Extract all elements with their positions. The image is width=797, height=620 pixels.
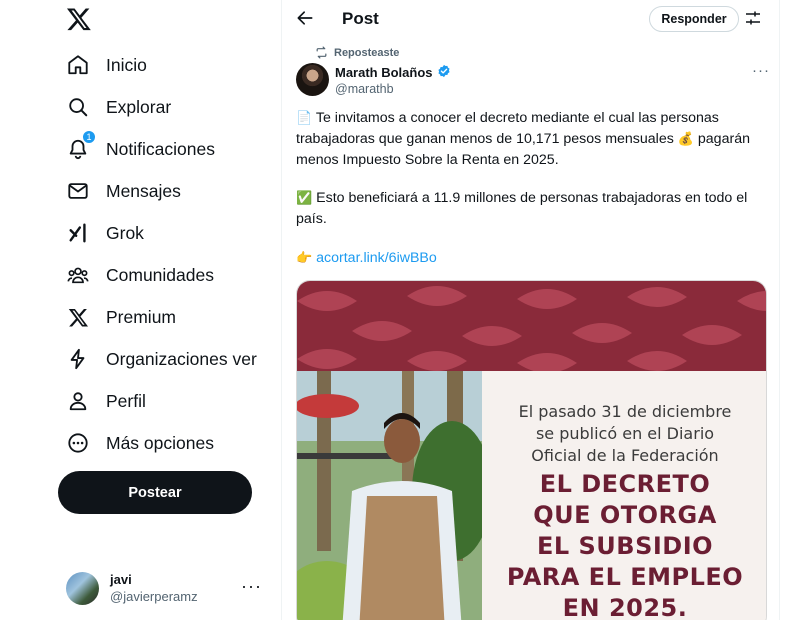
- home-icon: [66, 53, 90, 77]
- x-logo-icon[interactable]: [66, 6, 92, 32]
- tweet-paragraph-1: 📄 Te invitamos a conocer el decreto medi…: [296, 108, 766, 170]
- document-emoji: 📄: [296, 111, 313, 126]
- mail-icon: [66, 179, 90, 203]
- search-icon: [66, 95, 90, 119]
- pointing-hand-emoji: 👉: [296, 251, 313, 266]
- author-avatar[interactable]: [296, 63, 329, 96]
- post-button[interactable]: Postear: [58, 471, 252, 514]
- decree-line-5: EN 2025.: [562, 594, 688, 620]
- person-icon: [66, 389, 90, 413]
- more-horizontal-icon[interactable]: ···: [752, 62, 770, 79]
- nav-premium-label: Premium: [106, 306, 177, 327]
- decree-text-panel: El pasado 31 de diciembre se publicó en …: [482, 371, 766, 620]
- money-bag-emoji: 💰: [677, 132, 694, 147]
- intro-line-3: Oficial de la Federación: [531, 446, 719, 465]
- sidebar: Inicio Explorar 1 Notificaciones Mensaje…: [0, 0, 281, 620]
- tweet-paragraph-3: 👉 acortar.link/6iwBBo: [296, 248, 766, 269]
- reply-button[interactable]: Responder: [649, 6, 739, 32]
- nav-notifications[interactable]: 1 Notificaciones: [66, 129, 266, 169]
- account-handle: @javierperamz: [110, 589, 198, 604]
- nav-home-label: Inicio: [106, 54, 147, 75]
- decree-intro: El pasado 31 de diciembre se publicó en …: [482, 401, 766, 467]
- x-logo-icon: [66, 305, 90, 329]
- account-switcher[interactable]: javi @javierperamz ···: [66, 570, 266, 606]
- nav-organizations-label: Organizaciones ver: [106, 348, 257, 369]
- nav-explore-label: Explorar: [106, 96, 172, 117]
- decree-line-3: EL SUBSIDIO: [536, 532, 714, 560]
- nav-home[interactable]: Inicio: [66, 45, 266, 85]
- grok-icon: [66, 221, 90, 245]
- intro-line-1: El pasado 31 de diciembre: [518, 402, 732, 421]
- post-header: Post Responder: [282, 0, 779, 37]
- tweet-paragraph-2: ✅ Esto beneficiará a 11.9 millones de pe…: [296, 188, 766, 229]
- nav-communities[interactable]: Comunidades: [66, 255, 266, 295]
- back-arrow-icon[interactable]: [295, 8, 315, 28]
- decree-line-1: EL DECRETO: [539, 470, 711, 498]
- notification-badge: 1: [82, 130, 96, 144]
- more-circle-icon: [66, 431, 90, 455]
- communities-icon: [66, 263, 90, 287]
- tweet-text-2: Esto beneficiará a 11.9 millones de pers…: [296, 190, 748, 227]
- nav-profile[interactable]: Perfil: [66, 381, 266, 421]
- more-horizontal-icon[interactable]: ···: [241, 576, 262, 597]
- tweet-text-1: Te invitamos a conocer el decreto median…: [296, 110, 719, 147]
- nav-messages[interactable]: Mensajes: [66, 171, 266, 211]
- nav-explore[interactable]: Explorar: [66, 87, 266, 127]
- author-name-row[interactable]: Marath Bolaños: [335, 64, 451, 81]
- nav-communities-label: Comunidades: [106, 264, 214, 285]
- author-name: Marath Bolaños: [335, 65, 433, 80]
- worker-photo: [297, 371, 482, 620]
- account-name: javi: [110, 572, 132, 587]
- verified-badge-icon: [437, 64, 451, 81]
- nav-more-options-label: Más opciones: [106, 432, 214, 453]
- nav-premium[interactable]: Premium: [66, 297, 266, 337]
- avatar: [66, 571, 99, 605]
- account-info: javi @javierperamz: [110, 571, 198, 605]
- page-title: Post: [342, 9, 379, 28]
- check-emoji: ✅: [296, 191, 313, 206]
- nav-messages-label: Mensajes: [106, 180, 181, 201]
- decree-line-2: QUE OTORGA: [533, 501, 717, 529]
- repost-label: Reposteaste: [334, 46, 400, 59]
- decree-line-4: PARA EL EMPLEO: [506, 563, 744, 591]
- settings-sliders-icon[interactable]: [745, 10, 761, 26]
- nav-notifications-label: Notificaciones: [106, 138, 215, 159]
- nav-organizations[interactable]: Organizaciones ver: [66, 339, 266, 379]
- nav-grok[interactable]: Grok: [66, 213, 266, 253]
- nav-profile-label: Perfil: [106, 390, 146, 411]
- nav-more-options[interactable]: Más opciones: [66, 423, 266, 463]
- tweet-link[interactable]: acortar.link/6iwBBo: [316, 250, 437, 266]
- nav-grok-label: Grok: [106, 222, 144, 243]
- tweet-media-image[interactable]: El pasado 31 de diciembre se publicó en …: [296, 280, 767, 620]
- decree-heading: EL DECRETO QUE OTORGA EL SUBSIDIO PARA E…: [482, 469, 766, 620]
- lightning-icon: [66, 347, 90, 371]
- bell-icon: 1: [66, 130, 96, 161]
- decorative-pattern-banner: [297, 281, 766, 371]
- repost-indicator: Reposteaste: [315, 46, 399, 59]
- repost-icon: [316, 46, 327, 59]
- intro-line-2: se publicó en el Diario: [535, 424, 715, 443]
- author-handle[interactable]: @marathb: [335, 82, 394, 96]
- main-column: Post Responder Reposteaste Marath Bolaño…: [281, 0, 780, 620]
